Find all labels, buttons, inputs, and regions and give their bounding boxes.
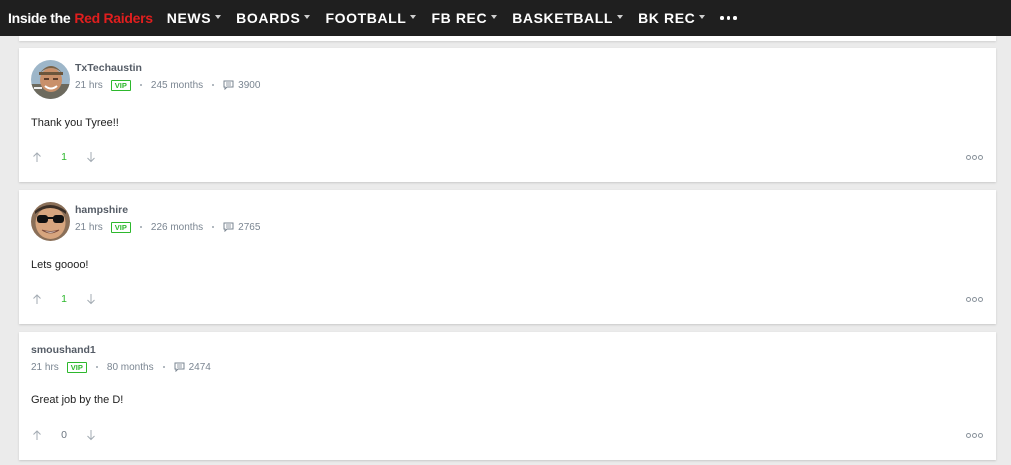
post-body: Thank you Tyree!!	[31, 117, 119, 129]
vip-badge: VIP	[66, 361, 87, 373]
caret-down-icon	[617, 15, 624, 19]
separator-dot	[212, 84, 215, 86]
nav-label: NEWS	[166, 10, 212, 26]
post-subline: 21 hrs VIP 245 months 3900	[75, 79, 260, 91]
nav-item-fb-rec[interactable]: FB REC	[431, 10, 498, 26]
post-meta: hampshire 21 hrs VIP 226 months 2765	[75, 204, 260, 233]
more-options-icon[interactable]	[966, 155, 983, 160]
post-subline: 21 hrs VIP 80 months 2474	[31, 361, 211, 373]
nav-label: BK REC	[638, 10, 696, 26]
post-time[interactable]: 21 hrs	[75, 222, 103, 233]
upvote-arrow-icon[interactable]	[31, 429, 43, 441]
downvote-arrow-icon[interactable]	[85, 151, 97, 163]
vip-badge: VIP	[110, 79, 131, 91]
post-subline: 21 hrs VIP 226 months 2765	[75, 221, 260, 233]
messages-icon	[223, 80, 234, 90]
separator-dot	[139, 226, 142, 228]
nav-item-bk-rec[interactable]: BK REC	[638, 10, 706, 26]
member-tenure: 80 months	[106, 361, 154, 373]
avatar[interactable]	[31, 202, 70, 241]
caret-down-icon	[491, 15, 498, 19]
member-tenure: 245 months	[150, 79, 204, 91]
separator-dot	[139, 84, 142, 86]
separator-dot	[212, 226, 215, 228]
nav-label: BOARDS	[236, 10, 301, 26]
post-meta: TxTechaustin 21 hrs VIP 245 months 3900	[75, 62, 260, 91]
brand-text-1: Inside the	[8, 10, 71, 26]
caret-down-icon	[410, 15, 417, 19]
vote-controls: 0	[31, 429, 97, 441]
vote-controls: 1	[31, 151, 97, 163]
nav-item-boards[interactable]: BOARDS	[236, 10, 311, 26]
nav-item-football[interactable]: FOOTBALL	[325, 10, 417, 26]
post-meta: smoushand1 21 hrs VIP 80 months 2474	[31, 344, 211, 373]
post-body: Great job by the D!	[31, 394, 124, 406]
caret-down-icon	[699, 15, 706, 19]
upvote-arrow-icon[interactable]	[31, 151, 43, 163]
ellipsis-icon[interactable]	[720, 16, 737, 20]
downvote-arrow-icon[interactable]	[85, 293, 97, 305]
messages-icon	[223, 222, 234, 232]
separator-dot	[162, 366, 165, 368]
username[interactable]: smoushand1	[31, 344, 211, 357]
vote-score: 1	[61, 151, 67, 163]
downvote-arrow-icon[interactable]	[85, 429, 97, 441]
nav-label: FB REC	[431, 10, 488, 26]
nav-item-news[interactable]: NEWS	[166, 10, 222, 26]
post-card: smoushand1 21 hrs VIP 80 months 2474 Gre…	[19, 332, 996, 460]
vip-badge: VIP	[110, 221, 131, 233]
post-time[interactable]: 21 hrs	[75, 80, 103, 91]
top-nav: Inside the Red Raiders NEWS BOARDS FOOTB…	[0, 0, 1011, 36]
member-tenure: 226 months	[150, 221, 204, 233]
message-count: 3900	[238, 79, 261, 91]
brand-text-2: Red Raiders	[74, 10, 153, 26]
post-time[interactable]: 21 hrs	[31, 362, 59, 373]
nav-label: FOOTBALL	[325, 10, 407, 26]
separator-dot	[95, 366, 98, 368]
avatar[interactable]	[31, 60, 70, 99]
post-card: TxTechaustin 21 hrs VIP 245 months 3900 …	[19, 48, 996, 182]
post-body: Lets goooo!	[31, 259, 89, 271]
caret-down-icon	[304, 15, 311, 19]
messages-icon	[174, 362, 185, 372]
message-count: 2765	[238, 221, 261, 233]
vote-score: 0	[61, 429, 67, 441]
caret-down-icon	[215, 15, 222, 19]
previous-post-card	[19, 36, 996, 41]
username[interactable]: TxTechaustin	[75, 62, 260, 75]
site-logo[interactable]: Inside the Red Raiders	[8, 10, 153, 26]
nav-label: BASKETBALL	[512, 10, 614, 26]
message-count: 2474	[188, 361, 211, 373]
vote-score: 1	[61, 293, 67, 305]
post-card: hampshire 21 hrs VIP 226 months 2765 Let…	[19, 190, 996, 324]
username[interactable]: hampshire	[75, 204, 260, 217]
upvote-arrow-icon[interactable]	[31, 293, 43, 305]
nav-item-basketball[interactable]: BASKETBALL	[512, 10, 624, 26]
more-options-icon[interactable]	[966, 433, 983, 438]
more-options-icon[interactable]	[966, 297, 983, 302]
vote-controls: 1	[31, 293, 97, 305]
